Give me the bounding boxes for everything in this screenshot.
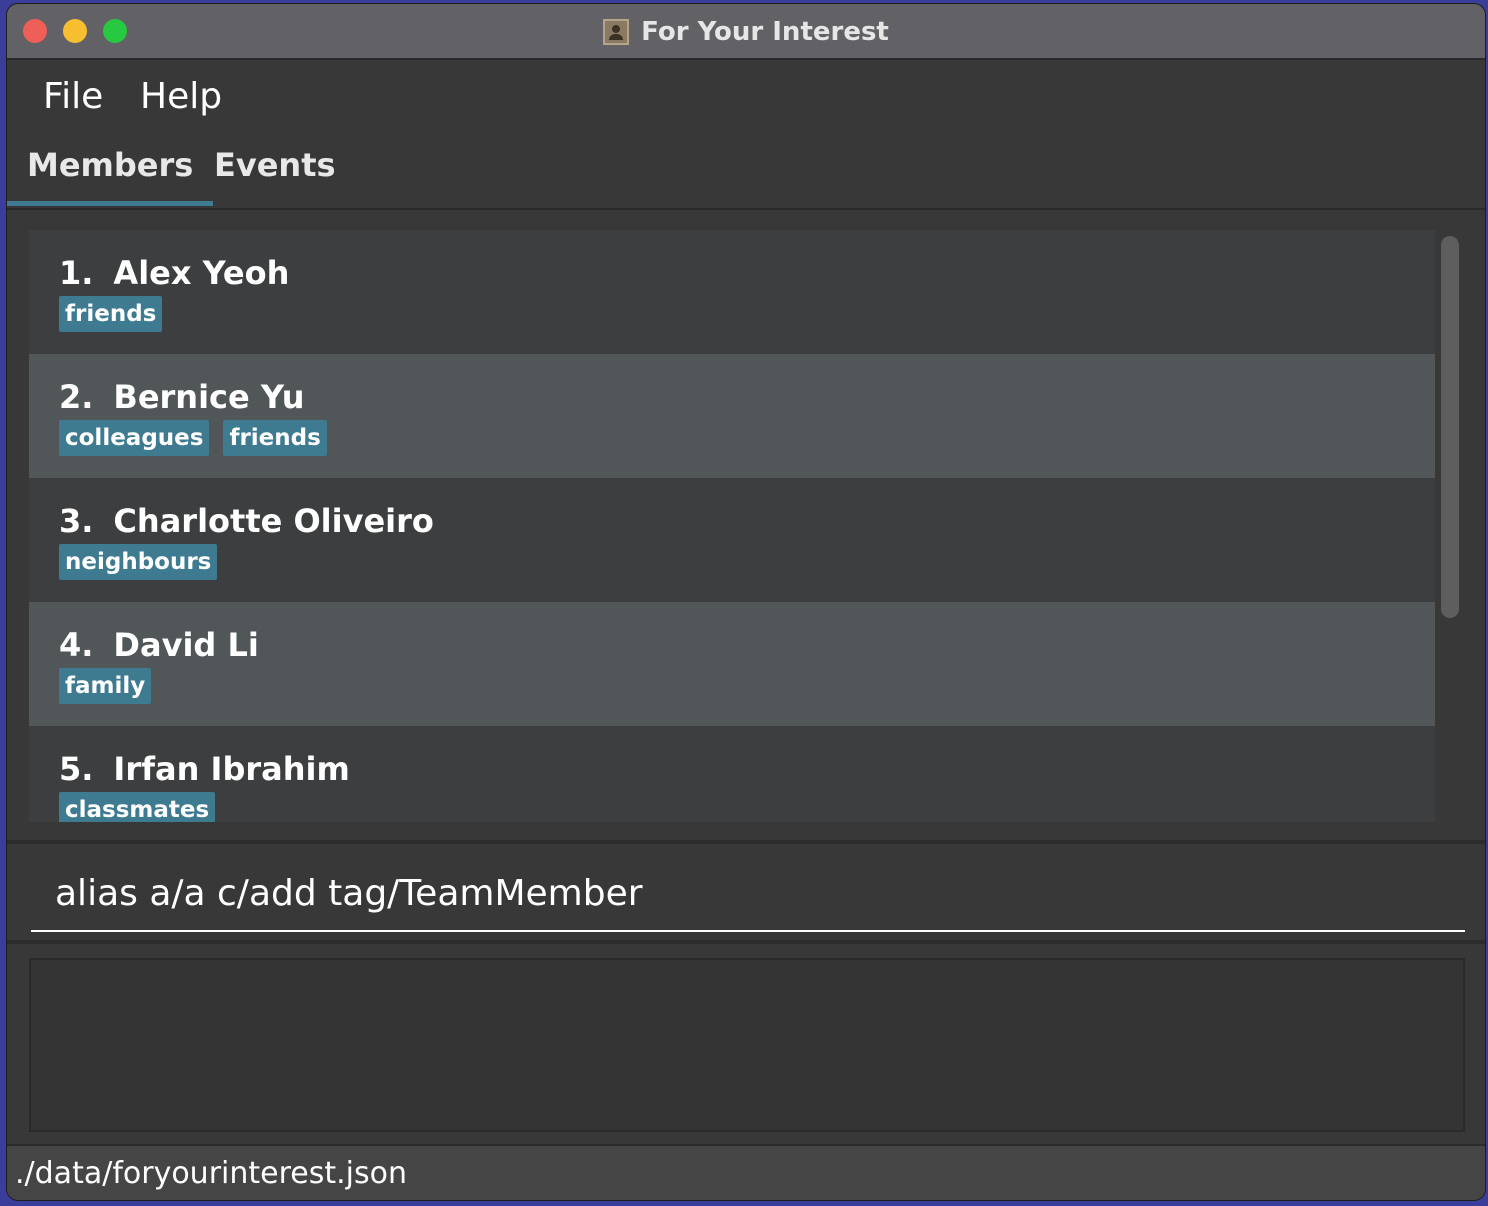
member-index: 1. [59, 254, 94, 292]
tag-label: friends [223, 420, 327, 456]
result-display[interactable] [29, 958, 1465, 1132]
divider [7, 840, 1485, 844]
tag-label: family [59, 668, 152, 704]
member-name: Alex Yeoh [113, 254, 290, 292]
member-name-row: 3. Charlotte Oliveiro [59, 502, 434, 540]
member-name-row: 4. David Li [59, 626, 259, 664]
member-tags: classmates [59, 792, 216, 822]
member-name: Bernice Yu [113, 378, 305, 416]
member-name: David Li [113, 626, 259, 664]
window-title-group: For Your Interest [7, 4, 1485, 60]
member-index: 5. [59, 750, 94, 788]
member-name-row: 5. Irfan Ibrahim [59, 750, 350, 788]
menu-file[interactable]: File [43, 76, 103, 117]
save-location: ./data/foryourinterest.json [15, 1156, 407, 1191]
member-tags: family [59, 668, 152, 704]
tab-events[interactable]: Events [194, 146, 356, 206]
command-box [31, 856, 1465, 932]
member-index: 3. [59, 502, 94, 540]
member-name: Charlotte Oliveiro [113, 502, 434, 540]
tag-label: colleagues [59, 420, 210, 456]
menu-bar: File Help [7, 62, 1485, 134]
member-list-scrollbar[interactable] [1441, 236, 1461, 822]
divider [7, 940, 1485, 944]
member-name-row: 1. Alex Yeoh [59, 254, 289, 292]
member-name-row: 2. Bernice Yu [59, 378, 304, 416]
member-card[interactable]: 1. Alex Yeoh friends [29, 230, 1435, 354]
member-card[interactable]: 5. Irfan Ibrahim classmates [29, 726, 1435, 822]
window-title: For Your Interest [641, 17, 889, 47]
tab-members[interactable]: Members [7, 146, 214, 206]
tag-label: neighbours [59, 544, 218, 580]
tab-bar: Members Events [7, 134, 1485, 210]
member-card[interactable]: 2. Bernice Yu colleagues friends [29, 354, 1435, 478]
address-book-icon [603, 19, 630, 45]
scrollbar-thumb[interactable] [1441, 236, 1459, 618]
status-bar: ./data/foryourinterest.json [7, 1144, 1485, 1200]
member-card[interactable]: 3. Charlotte Oliveiro neighbours [29, 478, 1435, 602]
member-tags: friends [59, 296, 163, 332]
menu-help[interactable]: Help [140, 76, 222, 117]
member-index: 2. [59, 378, 94, 416]
member-name: Irfan Ibrahim [113, 750, 350, 788]
tag-label: friends [59, 296, 163, 332]
tag-label: classmates [59, 792, 216, 822]
member-index: 4. [59, 626, 94, 664]
member-tags: colleagues friends [59, 420, 327, 456]
member-card[interactable]: 4. David Li family [29, 602, 1435, 726]
command-input[interactable] [31, 856, 1465, 930]
member-tags: neighbours [59, 544, 218, 580]
member-list[interactable]: 1. Alex Yeoh friends 2. Bernice Yu colleag… [29, 230, 1435, 822]
title-bar[interactable]: For Your Interest [7, 4, 1485, 60]
app-window: For Your Interest File Help Members Even… [6, 3, 1486, 1201]
